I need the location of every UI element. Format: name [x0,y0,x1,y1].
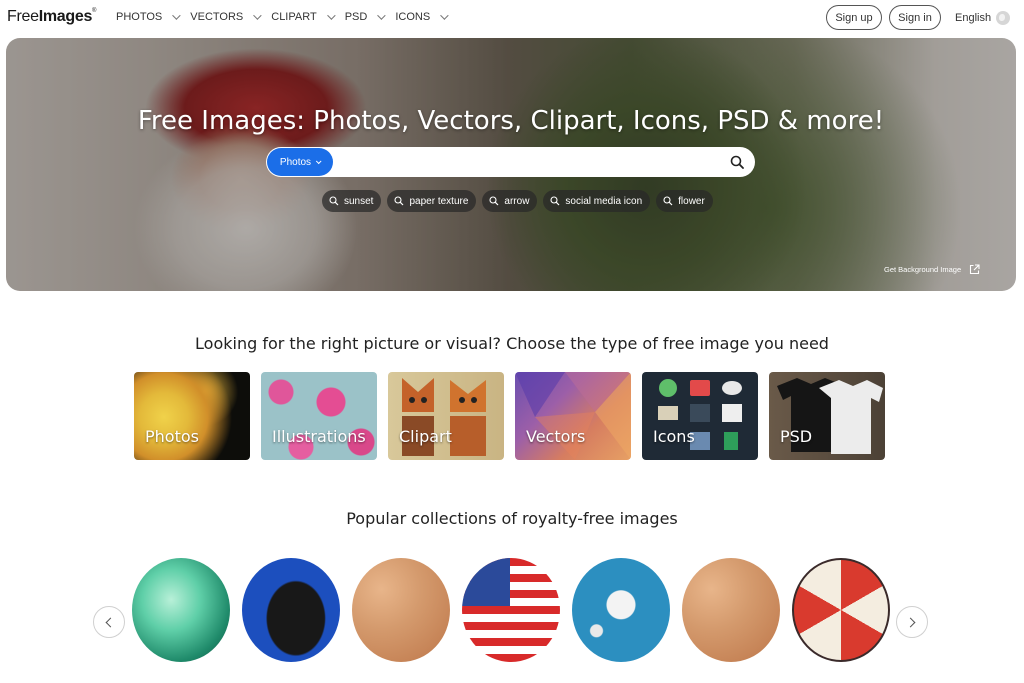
chip-label: flower [678,195,705,207]
nav-psd-label: PSD [344,11,368,23]
icon-set-image [658,379,742,450]
type-card-photos[interactable]: Photos [134,372,250,460]
logo-text-prefix: Free [7,8,39,25]
type-card-vectors[interactable]: Vectors [515,372,631,460]
carousel-prev-button[interactable] [93,606,125,638]
type-card-label: Clipart [399,427,452,446]
get-background-image-label: Get Background Image [884,265,962,274]
collection-dog[interactable] [242,558,340,662]
collection-christmas-pattern[interactable] [572,558,670,662]
chip-label: paper texture [409,195,469,207]
search-input[interactable] [340,150,720,174]
chevron-down-icon [315,158,322,165]
collection-paper-texture[interactable] [352,558,450,662]
search-icon [550,196,560,206]
chevron-down-icon [377,11,386,20]
chevron-down-icon [172,11,181,20]
external-link-icon [970,264,980,275]
suggested-searches: sunset paper texture arrow social media … [322,190,713,212]
search-bar: Photos [266,147,755,177]
get-background-image-link[interactable]: Get Background Image [884,264,980,275]
globe-icon [996,11,1011,25]
chip-arrow[interactable]: arrow [482,190,538,212]
hero-title: Free Images: Photos, Vectors, Clipart, I… [137,106,885,136]
type-card-psd[interactable]: PSD [769,372,885,460]
chip-sunset[interactable]: sunset [322,190,382,212]
search-icon[interactable] [730,155,744,169]
nav-icons[interactable]: ICONS [395,11,449,23]
type-card-label: Vectors [526,427,586,446]
search-icon [329,196,339,206]
nav-photos[interactable]: PHOTOS [116,11,181,23]
nav-vectors[interactable]: VECTORS [190,11,262,23]
nav-icons-label: ICONS [395,11,431,23]
collection-us-flag[interactable] [462,558,560,662]
type-card-label: Icons [653,427,695,446]
chip-label: arrow [504,195,530,207]
search-icon [663,196,673,206]
carousel-next-button[interactable] [896,606,928,638]
polygon-vector-image [515,372,631,460]
language-selector[interactable]: English [955,11,1011,25]
image-type-cards: Photos Illustrations Clipart Vectors Ico… [134,372,885,460]
logo-text-bold: Images [38,8,93,25]
nav-vectors-label: VECTORS [190,11,244,23]
type-card-label: Photos [145,427,199,446]
search-icon [394,196,404,206]
collections-carousel [132,558,890,662]
tshirt-mockup-image [777,378,883,454]
collection-abstract-green[interactable] [132,558,230,662]
chip-label: social media icon [565,195,643,207]
type-card-label: PSD [780,427,813,446]
search-icon [489,196,499,206]
sign-in-button[interactable]: Sign in [889,5,941,30]
nav-photos-label: PHOTOS [116,11,163,23]
type-card-illustrations[interactable]: Illustrations [261,372,377,460]
chip-flower[interactable]: flower [656,190,713,212]
nav-clipart[interactable]: CLIPART [271,11,336,23]
image-type-label: Photos [279,156,312,168]
type-card-icons[interactable]: Icons [642,372,758,460]
language-label: English [955,12,992,24]
nav-psd[interactable]: PSD [344,11,386,23]
chevron-down-icon [440,11,449,20]
chevron-left-icon [105,617,116,627]
type-card-clipart[interactable]: Clipart [388,372,504,460]
site-logo[interactable]: FreeImages® [7,8,96,26]
collection-christmas-ball[interactable] [792,558,890,662]
image-type-dropdown[interactable]: Photos [267,148,333,176]
collections-heading: Popular collections of royalty-free imag… [346,509,678,528]
hero-banner: Free Images: Photos, Vectors, Clipart, I… [6,38,1016,291]
chip-label: sunset [344,195,374,207]
top-header: FreeImages® PHOTOS VECTORS CLIPART PSD I… [0,0,1024,36]
chevron-down-icon [326,11,336,20]
chevron-right-icon [905,617,916,627]
type-card-label: Illustrations [272,427,366,446]
logo-registered-mark: ® [92,8,97,14]
sign-up-button[interactable]: Sign up [826,5,882,30]
fox-clipart-image [402,378,486,456]
nav-clipart-label: CLIPART [271,11,317,23]
collection-crumpled-paper[interactable] [682,558,780,662]
chip-paper-texture[interactable]: paper texture [387,190,477,212]
image-types-heading: Looking for the right picture or visual?… [195,334,829,353]
main-nav: PHOTOS VECTORS CLIPART PSD ICONS [116,11,458,23]
chevron-down-icon [253,11,262,20]
chip-social-media-icon[interactable]: social media icon [543,190,651,212]
